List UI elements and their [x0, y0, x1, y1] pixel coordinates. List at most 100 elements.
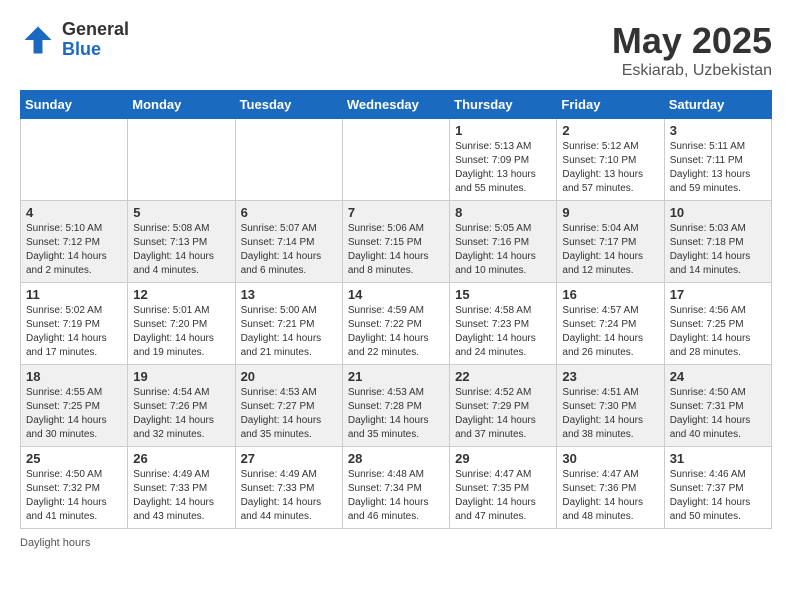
- day-number: 19: [133, 369, 229, 384]
- day-info: Sunrise: 5:08 AM Sunset: 7:13 PM Dayligh…: [133, 222, 229, 278]
- day-number: 30: [562, 451, 658, 466]
- day-number: 11: [26, 287, 122, 302]
- day-number: 13: [241, 287, 337, 302]
- calendar-cell: 29 Sunrise: 4:47 AM Sunset: 7:35 PM Dayli…: [450, 447, 557, 529]
- day-number: 20: [241, 369, 337, 384]
- calendar-cell: 19 Sunrise: 4:54 AM Sunset: 7:26 PM Dayli…: [128, 365, 235, 447]
- day-number: 6: [241, 205, 337, 220]
- calendar-cell: 3Sunrise: 5:11 AM Sunset: 7:11 PM Daylig…: [664, 119, 771, 201]
- col-header-thursday: Thursday: [450, 91, 557, 119]
- day-number: 10: [670, 205, 766, 220]
- day-info: Sunrise: 4:56 AM Sunset: 7:25 PM Dayligh…: [670, 304, 766, 360]
- calendar-cell: 25 Sunrise: 4:50 AM Sunset: 7:32 PM Dayli…: [21, 447, 128, 529]
- day-number: 29: [455, 451, 551, 466]
- calendar-cell: 14 Sunrise: 4:59 AM Sunset: 7:22 PM Dayli…: [342, 283, 449, 365]
- col-header-monday: Monday: [128, 91, 235, 119]
- calendar-cell: 18 Sunrise: 4:55 AM Sunset: 7:25 PM Dayli…: [21, 365, 128, 447]
- calendar-cell: 27 Sunrise: 4:49 AM Sunset: 7:33 PM Dayli…: [235, 447, 342, 529]
- col-header-sunday: Sunday: [21, 91, 128, 119]
- day-number: 8: [455, 205, 551, 220]
- calendar-location: Eskiarab, Uzbekistan: [612, 62, 772, 80]
- calendar-cell: 5 Sunrise: 5:08 AM Sunset: 7:13 PM Daylig…: [128, 201, 235, 283]
- calendar-cell: 11 Sunrise: 5:02 AM Sunset: 7:19 PM Dayli…: [21, 283, 128, 365]
- day-number: 15: [455, 287, 551, 302]
- day-info: Sunrise: 4:55 AM Sunset: 7:25 PM Dayligh…: [26, 386, 122, 442]
- day-info: Sunrise: 4:59 AM Sunset: 7:22 PM Dayligh…: [348, 304, 444, 360]
- day-info: Sunrise: 4:51 AM Sunset: 7:30 PM Dayligh…: [562, 386, 658, 442]
- calendar-table: SundayMondayTuesdayWednesdayThursdayFrid…: [20, 90, 772, 529]
- logo-blue-text: Blue: [62, 40, 129, 60]
- day-info: Sunrise: 5:00 AM Sunset: 7:21 PM Dayligh…: [241, 304, 337, 360]
- calendar-title: May 2025: [612, 20, 772, 62]
- calendar-cell: 4Sunrise: 5:10 AM Sunset: 7:12 PM Daylig…: [21, 201, 128, 283]
- day-number: 31: [670, 451, 766, 466]
- day-number: 18: [26, 369, 122, 384]
- calendar-cell: 30 Sunrise: 4:47 AM Sunset: 7:36 PM Dayli…: [557, 447, 664, 529]
- day-info: Sunrise: 4:47 AM Sunset: 7:36 PM Dayligh…: [562, 468, 658, 524]
- day-info: Sunrise: 4:49 AM Sunset: 7:33 PM Dayligh…: [133, 468, 229, 524]
- calendar-cell: 2 Sunrise: 5:12 AM Sunset: 7:10 PM Daylig…: [557, 119, 664, 201]
- calendar-cell: [235, 119, 342, 201]
- logo-icon: [20, 22, 56, 58]
- day-info: Sunrise: 4:53 AM Sunset: 7:28 PM Dayligh…: [348, 386, 444, 442]
- calendar-cell: 12 Sunrise: 5:01 AM Sunset: 7:20 PM Dayli…: [128, 283, 235, 365]
- day-info: Sunrise: 5:05 AM Sunset: 7:16 PM Dayligh…: [455, 222, 551, 278]
- calendar-cell: 9 Sunrise: 5:04 AM Sunset: 7:17 PM Daylig…: [557, 201, 664, 283]
- day-info: Sunrise: 4:48 AM Sunset: 7:34 PM Dayligh…: [348, 468, 444, 524]
- calendar-cell: 24Sunrise: 4:50 AM Sunset: 7:31 PM Dayli…: [664, 365, 771, 447]
- calendar-cell: 7 Sunrise: 5:06 AM Sunset: 7:15 PM Daylig…: [342, 201, 449, 283]
- day-info: Sunrise: 4:57 AM Sunset: 7:24 PM Dayligh…: [562, 304, 658, 360]
- day-info: Sunrise: 5:10 AM Sunset: 7:12 PM Dayligh…: [26, 222, 122, 278]
- day-number: 12: [133, 287, 229, 302]
- col-header-friday: Friday: [557, 91, 664, 119]
- day-info: Sunrise: 4:54 AM Sunset: 7:26 PM Dayligh…: [133, 386, 229, 442]
- day-info: Sunrise: 5:07 AM Sunset: 7:14 PM Dayligh…: [241, 222, 337, 278]
- calendar-cell: [128, 119, 235, 201]
- calendar-cell: 20 Sunrise: 4:53 AM Sunset: 7:27 PM Dayli…: [235, 365, 342, 447]
- calendar-cell: 22Sunrise: 4:52 AM Sunset: 7:29 PM Dayli…: [450, 365, 557, 447]
- calendar-cell: 1 Sunrise: 5:13 AM Sunset: 7:09 PM Daylig…: [450, 119, 557, 201]
- col-header-saturday: Saturday: [664, 91, 771, 119]
- calendar-cell: 15 Sunrise: 4:58 AM Sunset: 7:23 PM Dayli…: [450, 283, 557, 365]
- day-number: 3: [670, 123, 766, 138]
- day-number: 7: [348, 205, 444, 220]
- calendar-cell: 10 Sunrise: 5:03 AM Sunset: 7:18 PM Dayli…: [664, 201, 771, 283]
- calendar-cell: 6 Sunrise: 5:07 AM Sunset: 7:14 PM Daylig…: [235, 201, 342, 283]
- calendar-cell: 21 Sunrise: 4:53 AM Sunset: 7:28 PM Dayli…: [342, 365, 449, 447]
- day-number: 9: [562, 205, 658, 220]
- calendar-cell: 8 Sunrise: 5:05 AM Sunset: 7:16 PM Daylig…: [450, 201, 557, 283]
- day-number: 23: [562, 369, 658, 384]
- day-number: 27: [241, 451, 337, 466]
- day-info: Sunrise: 5:06 AM Sunset: 7:15 PM Dayligh…: [348, 222, 444, 278]
- calendar-cell: 13 Sunrise: 5:00 AM Sunset: 7:21 PM Dayli…: [235, 283, 342, 365]
- logo: General Blue: [20, 20, 129, 60]
- day-number: 28: [348, 451, 444, 466]
- day-number: 24: [670, 369, 766, 384]
- day-info: Sunrise: 5:13 AM Sunset: 7:09 PM Dayligh…: [455, 140, 551, 196]
- day-info: Sunrise: 4:49 AM Sunset: 7:33 PM Dayligh…: [241, 468, 337, 524]
- day-number: 17: [670, 287, 766, 302]
- calendar-cell: [21, 119, 128, 201]
- day-info: Sunrise: 5:01 AM Sunset: 7:20 PM Dayligh…: [133, 304, 229, 360]
- day-info: Sunrise: 4:58 AM Sunset: 7:23 PM Dayligh…: [455, 304, 551, 360]
- day-info: Sunrise: 4:53 AM Sunset: 7:27 PM Dayligh…: [241, 386, 337, 442]
- day-info: Sunrise: 4:50 AM Sunset: 7:32 PM Dayligh…: [26, 468, 122, 524]
- day-number: 25: [26, 451, 122, 466]
- day-number: 1: [455, 123, 551, 138]
- day-number: 5: [133, 205, 229, 220]
- day-info: Sunrise: 4:47 AM Sunset: 7:35 PM Dayligh…: [455, 468, 551, 524]
- day-number: 2: [562, 123, 658, 138]
- day-info: Sunrise: 5:04 AM Sunset: 7:17 PM Dayligh…: [562, 222, 658, 278]
- logo-general-text: General: [62, 20, 129, 40]
- col-header-wednesday: Wednesday: [342, 91, 449, 119]
- title-block: May 2025 Eskiarab, Uzbekistan: [612, 20, 772, 80]
- day-number: 21: [348, 369, 444, 384]
- logo-text: General Blue: [62, 20, 129, 60]
- calendar-cell: 23 Sunrise: 4:51 AM Sunset: 7:30 PM Dayli…: [557, 365, 664, 447]
- calendar-cell: 28 Sunrise: 4:48 AM Sunset: 7:34 PM Dayli…: [342, 447, 449, 529]
- day-info: Sunrise: 5:03 AM Sunset: 7:18 PM Dayligh…: [670, 222, 766, 278]
- day-info: Sunrise: 5:12 AM Sunset: 7:10 PM Dayligh…: [562, 140, 658, 196]
- day-number: 14: [348, 287, 444, 302]
- day-info: Sunrise: 4:46 AM Sunset: 7:37 PM Dayligh…: [670, 468, 766, 524]
- day-info: Sunrise: 5:02 AM Sunset: 7:19 PM Dayligh…: [26, 304, 122, 360]
